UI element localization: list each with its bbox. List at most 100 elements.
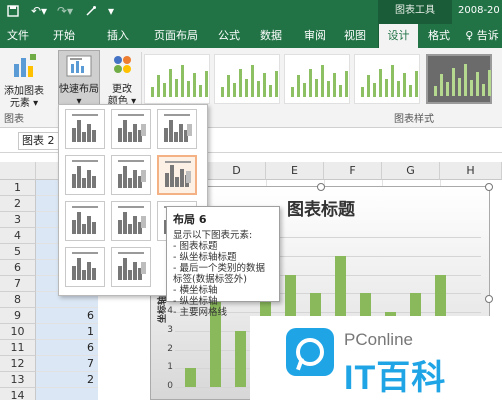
chart-style-2[interactable]: [214, 54, 280, 104]
y-tick-label: 4: [167, 306, 173, 316]
change-colors-button[interactable]: 更改 颜色 ▾: [104, 52, 140, 108]
chart-tools-context-title: 图表工具: [378, 0, 452, 24]
tab-review[interactable]: 审阅: [296, 24, 334, 48]
cell-a[interactable]: 7: [36, 356, 98, 372]
layout-option-2[interactable]: [111, 109, 151, 149]
thumbnail-bar: [361, 87, 364, 97]
thumbnail-bar: [434, 86, 437, 96]
layout-option-6[interactable]: [157, 155, 197, 195]
thumbnail-bar: [303, 83, 306, 97]
layout-bar-mark: [82, 270, 86, 280]
tab-design[interactable]: 设计: [378, 24, 418, 48]
layout-bar-mark: [123, 166, 127, 188]
tab-insert[interactable]: 插入: [96, 24, 140, 48]
select-all-corner[interactable]: [0, 162, 36, 180]
row-header[interactable]: 8: [0, 292, 36, 308]
cell-a[interactable]: 6: [36, 308, 98, 324]
tab-file[interactable]: 文件: [0, 24, 36, 48]
layout-bar-mark: [174, 132, 178, 142]
row-header[interactable]: 4: [0, 228, 36, 244]
row-header[interactable]: 6: [0, 260, 36, 276]
tooltip-line: - 纵坐标轴: [173, 296, 218, 307]
row-header[interactable]: 1: [0, 180, 36, 196]
cell-a[interactable]: 6: [36, 340, 98, 356]
tab-data[interactable]: 数据: [252, 24, 290, 48]
layout-bar-mark: [87, 262, 91, 280]
resize-handle[interactable]: [317, 183, 325, 191]
thumbnail-bar: [297, 75, 300, 97]
group-label-chart-styles: 图表样式: [394, 114, 434, 125]
row-header[interactable]: 7: [0, 276, 36, 292]
column-header[interactable]: D: [208, 162, 266, 180]
resize-handle[interactable]: [485, 183, 493, 191]
row-header[interactable]: 2: [0, 196, 36, 212]
chart-style-4[interactable]: [354, 54, 420, 104]
chart-style-3[interactable]: [284, 54, 350, 104]
resize-handle[interactable]: [485, 295, 493, 303]
ribbon-tabs: 文件 开始 插入 页面布局 公式 数据 审阅 视图 设计 格式 ♀ 告诉: [0, 24, 502, 48]
layout-title-mark: [118, 114, 144, 116]
tab-home[interactable]: 开始: [40, 24, 88, 48]
redo-icon[interactable]: ↷▾: [54, 4, 76, 18]
layout-title-mark: [164, 114, 190, 116]
add-chart-element-button[interactable]: 添加图表 元素 ▾: [2, 52, 46, 110]
save-icon[interactable]: [6, 4, 20, 18]
chart-style-1[interactable]: [144, 54, 210, 104]
cell-a[interactable]: 1: [36, 324, 98, 340]
row-header[interactable]: 9: [0, 308, 36, 324]
tab-view[interactable]: 视图: [336, 24, 374, 48]
tab-format[interactable]: 格式: [420, 24, 458, 48]
layout-option-4[interactable]: [65, 155, 105, 195]
layout-bar-mark: [82, 132, 86, 142]
row-header[interactable]: 11: [0, 340, 36, 356]
column-header[interactable]: G: [382, 162, 440, 180]
layout-bar-mark: [165, 173, 169, 187]
thumbnail-bar: [339, 85, 342, 97]
row-header[interactable]: 5: [0, 244, 36, 260]
tab-tell-me[interactable]: ♀ 告诉: [462, 24, 502, 48]
thumbnail-bar: [409, 85, 412, 97]
layout-option-3[interactable]: [157, 109, 197, 149]
row-header[interactable]: 10: [0, 324, 36, 340]
quick-layout-icon: [59, 54, 99, 82]
layout-tooltip: 布局 6 显示以下图表元素: - 图表标题 - 纵坐标轴标题 - 最后一个类别的数据标…: [166, 206, 280, 318]
column-header[interactable]: F: [324, 162, 382, 180]
layout-option-1[interactable]: [65, 109, 105, 149]
chart-bar[interactable]: [185, 368, 196, 387]
chart-styles-gallery: [142, 52, 500, 108]
column-header[interactable]: H: [440, 162, 502, 180]
thumbnail-bar: [175, 79, 178, 97]
thumbnail-bar: [163, 83, 166, 97]
name-box[interactable]: 图表 2: [18, 132, 62, 150]
layout-option-11[interactable]: [111, 247, 151, 287]
title-bar: ↶▾ ↷▾ ▾ 图表工具 2008-20: [0, 0, 502, 24]
layout-legend-mark: [187, 124, 192, 136]
undo-icon[interactable]: ↶▾: [28, 4, 50, 18]
layout-option-5[interactable]: [111, 155, 151, 195]
touch-mode-icon[interactable]: [84, 4, 98, 18]
row-header[interactable]: 3: [0, 212, 36, 228]
thumbnail-bar: [379, 69, 382, 97]
quick-layout-button[interactable]: 快速布局 ▾: [58, 50, 100, 107]
column-header[interactable]: E: [266, 162, 324, 180]
customize-qat-icon[interactable]: ▾: [104, 4, 118, 18]
chart-style-5[interactable]: [426, 54, 492, 104]
row-header[interactable]: 13: [0, 372, 36, 388]
tab-formulas[interactable]: 公式: [210, 24, 248, 48]
row-header[interactable]: 12: [0, 356, 36, 372]
thumbnail-bar: [187, 81, 190, 97]
thumbnail-bar: [452, 68, 455, 96]
layout-bar-mark: [118, 266, 122, 280]
layout-option-10[interactable]: [65, 247, 105, 287]
layout-option-8[interactable]: [111, 201, 151, 241]
tab-page-layout[interactable]: 页面布局: [146, 24, 206, 48]
layout-option-7[interactable]: [65, 201, 105, 241]
thumbnail-bar: [367, 75, 370, 97]
thumbnail-bar: [181, 65, 184, 97]
cell-a[interactable]: [36, 388, 98, 400]
layout-bar-mark: [77, 212, 81, 234]
chart-bar[interactable]: [235, 330, 246, 387]
y-tick-label: 0: [167, 381, 173, 391]
row-header[interactable]: 14: [0, 388, 36, 400]
cell-a[interactable]: 2: [36, 372, 98, 388]
